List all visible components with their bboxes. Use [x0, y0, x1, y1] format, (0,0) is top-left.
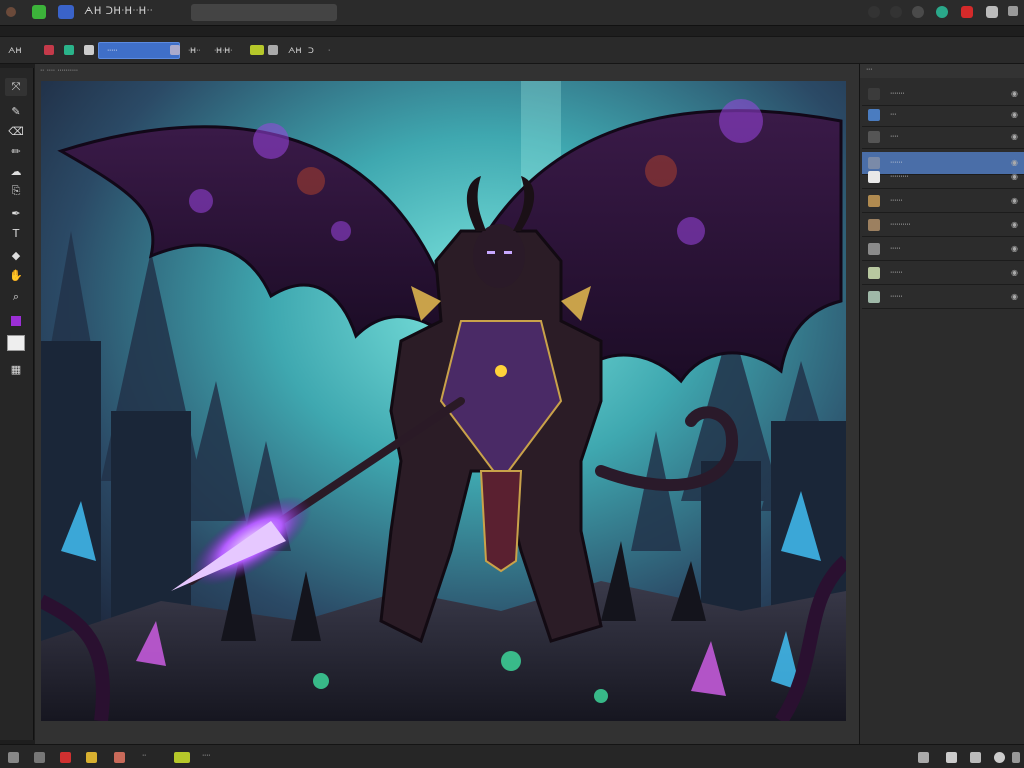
layer-name: ᐧᐧᐧᐧᐧᐧ	[890, 292, 903, 301]
pencil-icon[interactable]: ✏	[5, 142, 27, 160]
status-text: ᐧᐧᐧᐧ	[202, 751, 211, 760]
layer-thumbnail	[868, 131, 880, 143]
layer-name: ᐧᐧᐧᐧ	[890, 132, 899, 141]
layers-icon[interactable]	[8, 752, 19, 763]
green-icon[interactable]	[174, 752, 190, 763]
layer-thumbnail	[868, 171, 880, 183]
layer-row[interactable]: ᐧᐧᐧ ◉	[862, 104, 1024, 127]
blue-app-icon[interactable]	[58, 5, 74, 19]
teal-dot-icon[interactable]	[64, 45, 74, 55]
options-item[interactable]: ᗅᕼ	[8, 44, 22, 57]
red-record-icon[interactable]	[60, 752, 71, 763]
dot-icon[interactable]	[890, 6, 902, 18]
panel-title: ᐧᐧᐧ	[866, 65, 873, 74]
visibility-icon[interactable]: ◉	[1011, 126, 1018, 148]
options-item[interactable]: ᗅᕼ	[288, 44, 302, 57]
settings-icon[interactable]	[994, 752, 1005, 763]
status-bar: ᐧᐧ ᐧᐧᐧᐧ	[0, 744, 1024, 768]
options-item[interactable]: ᐧᕼᐧᐧ	[188, 44, 200, 57]
text-icon[interactable]: T	[5, 224, 27, 242]
layers-panel: ᐧᐧᐧ ᐧᐧᐧᐧᐧᐧᐧ ◉ ᐧᐧᐧ ◉ ᐧᐧᐧᐧ ◉ ᐧᐧᐧᐧᐧᐧ ◉ ᐧᐧᐧᐧᐧᐧᐧᐧᐧ ◉ ᐧᐧ…	[859, 64, 1024, 744]
chat-icon[interactable]	[946, 752, 957, 763]
red-dot-icon[interactable]	[44, 45, 54, 55]
layer-row[interactable]: ᐧᐧᐧᐧᐧᐧ ◉	[862, 190, 1024, 213]
visibility-icon[interactable]: ◉	[1011, 286, 1018, 308]
brush-size-icon[interactable]	[114, 752, 125, 763]
layer-row[interactable]: ᐧᐧᐧᐧᐧᐧ ◉	[862, 286, 1024, 309]
visibility-icon[interactable]: ◉	[1011, 238, 1018, 260]
visibility-icon[interactable]: ◉	[1011, 262, 1018, 284]
search-input[interactable]	[191, 4, 337, 21]
layer-name: ᐧᐧᐧᐧᐧᐧᐧᐧᐧᐧ	[890, 220, 911, 229]
eraser-icon[interactable]: ⌫	[5, 122, 27, 140]
eye-icon[interactable]	[6, 7, 16, 17]
options-item[interactable]: ᑐ	[308, 44, 314, 57]
layer-thumbnail	[868, 243, 880, 255]
options-field[interactable]: ᐧᐧᐧᐧᐧ	[98, 42, 180, 59]
visibility-icon[interactable]: ◉	[1011, 104, 1018, 126]
layer-row[interactable]: ᐧᐧᐧᐧ ◉	[862, 126, 1024, 149]
layer-thumbnail	[868, 291, 880, 303]
layer-name: ᐧᐧᐧ	[890, 110, 897, 119]
shape-icon[interactable]: ◆	[5, 246, 27, 264]
close-icon[interactable]	[1012, 752, 1020, 763]
color-swatch-icon[interactable]	[5, 312, 27, 330]
red-icon[interactable]	[961, 6, 973, 18]
layer-row[interactable]: ᐧᐧᐧᐧᐧᐧᐧ ◉	[862, 83, 1024, 106]
visibility-icon[interactable]: ◉	[1011, 214, 1018, 236]
frame-icon[interactable]	[34, 752, 45, 763]
yellow-folder-icon[interactable]	[86, 752, 97, 763]
layer-thumbnail	[868, 195, 880, 207]
layer-thumbnail	[868, 109, 880, 121]
clone-icon[interactable]: ⎘	[5, 182, 27, 200]
brush-icon[interactable]: ✎	[5, 102, 27, 120]
artwork-canvas[interactable]	[41, 81, 846, 721]
options-bar: ᗅᕼ ᐧᐧᐧᐧᐧ ᐧᕼᐧᐧ ᐧᕼᐧᕼᐧ ᗅᕼ ᑐ ᐧ	[0, 36, 1024, 64]
options-item[interactable]: ᐧᕼᐧᕼᐧ	[214, 44, 232, 57]
layer-row[interactable]: ᐧᐧᐧᐧᐧ ◉	[862, 238, 1024, 261]
layer-row[interactable]: ᐧᐧᐧᐧᐧᐧ ◉	[862, 262, 1024, 285]
visibility-icon[interactable]: ◉	[1011, 83, 1018, 105]
move-icon[interactable]: ⤧	[5, 78, 27, 96]
layer-thumbnail	[868, 88, 880, 100]
layer-name: ᐧᐧᐧᐧᐧᐧ	[890, 196, 903, 205]
pen-icon[interactable]: ✒	[5, 204, 27, 222]
doc-icon[interactable]	[170, 45, 180, 55]
grid-icon[interactable]	[918, 752, 929, 763]
visibility-icon[interactable]: ◉	[1011, 190, 1018, 212]
teal-icon[interactable]	[936, 6, 948, 18]
layers-panel-header: ᐧᐧᐧ	[860, 64, 1024, 78]
window-icon[interactable]	[1008, 6, 1018, 16]
options-item[interactable]: ᐧ	[328, 44, 330, 57]
smudge-icon[interactable]: ☁	[5, 162, 27, 180]
layer-name: ᐧᐧᐧᐧᐧᐧᐧ	[890, 89, 905, 98]
layer-thumbnail	[868, 219, 880, 231]
grid-icon[interactable]: ▦	[5, 360, 27, 378]
hand-icon[interactable]: ✋	[5, 266, 27, 284]
layer-thumbnail	[868, 267, 880, 279]
mail-icon[interactable]	[970, 752, 981, 763]
status-text: ᐧᐧ	[142, 751, 147, 760]
user-icon[interactable]	[986, 6, 998, 18]
visibility-icon[interactable]: ◉	[1011, 166, 1018, 188]
app-title: ᗅᕼ ᑐᕼᐧᕼᐧᐧᕼᐧᐧ	[84, 6, 153, 17]
document-tab[interactable]: ᐧᐧ ᐧᐧᐧᐧ ᐧᐧᐧᐧᐧᐧᐧᐧᐧᐧ	[40, 66, 78, 75]
layer-name: ᐧᐧᐧᐧᐧᐧᐧᐧᐧ	[890, 172, 909, 181]
white-dot-icon[interactable]	[84, 45, 94, 55]
green-app-icon[interactable]	[32, 5, 46, 19]
zoom-icon[interactable]: ⌕	[5, 288, 27, 306]
title-bar: ᗅᕼ ᑐᕼᐧᕼᐧᐧᕼᐧᐧ	[0, 0, 1024, 26]
layer-name: ᐧᐧᐧᐧᐧ	[890, 244, 901, 253]
frame-icon[interactable]	[268, 45, 278, 55]
layer-row[interactable]: ᐧᐧᐧᐧᐧᐧᐧᐧᐧᐧ ◉	[862, 214, 1024, 237]
dot-icon[interactable]	[868, 6, 880, 18]
tool-bar: ⤧ ✎ ⌫ ✏ ☁ ⎘ ✒ T ◆ ✋ ⌕ ▦	[0, 68, 34, 740]
cloud-icon[interactable]	[912, 6, 924, 18]
layer-name: ᐧᐧᐧᐧᐧᐧ	[890, 268, 903, 277]
demon-knight-artwork	[41, 81, 846, 721]
foreground-swatch-icon[interactable]	[5, 334, 27, 352]
layer-row[interactable]: ᐧᐧᐧᐧᐧᐧᐧᐧᐧ ◉	[862, 166, 1024, 189]
yellow-icon[interactable]	[250, 45, 264, 55]
